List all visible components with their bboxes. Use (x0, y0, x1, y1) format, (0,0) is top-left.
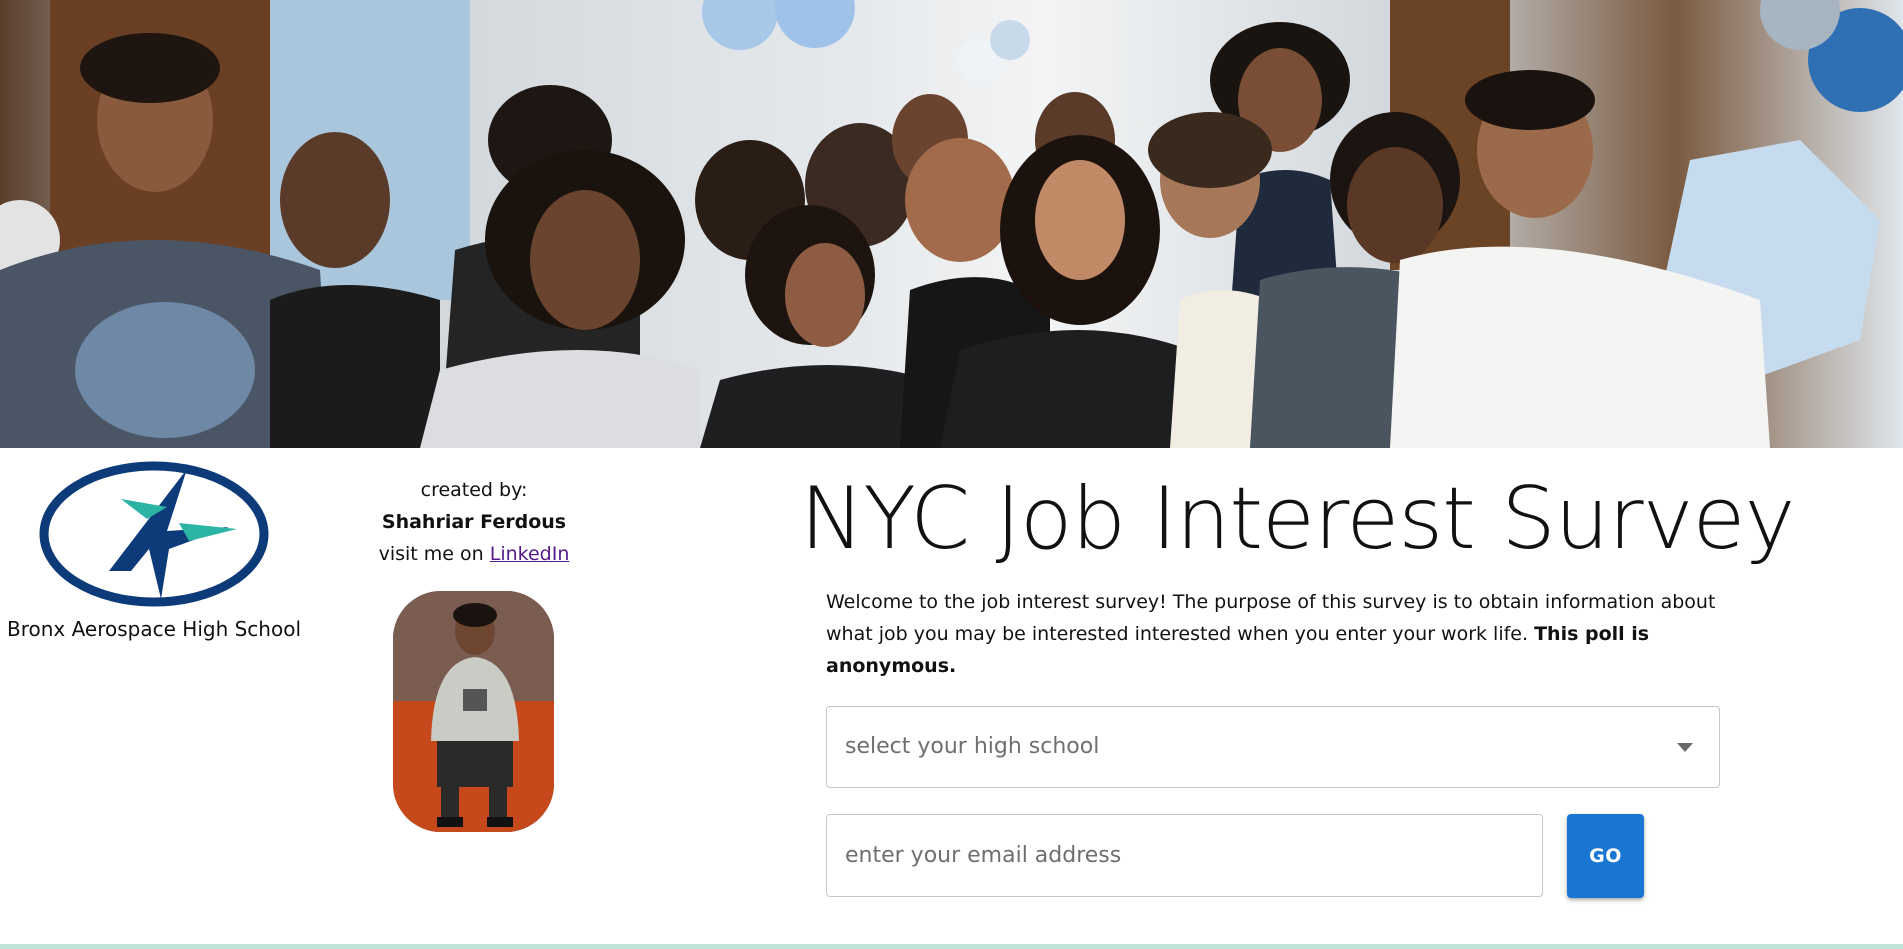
page-title: NYC Job Interest Survey (800, 469, 1795, 569)
school-name: Bronx Aerospace High School (6, 617, 301, 641)
bottom-divider (0, 944, 1903, 949)
hero-photo-illustration (0, 0, 1903, 448)
hero-group-photo (0, 0, 1903, 448)
high-school-select[interactable]: select your high school (826, 706, 1720, 788)
author-name: Shahriar Ferdous (381, 511, 567, 533)
visit-line: visit me on LinkedIn (340, 538, 608, 570)
chevron-down-icon (1677, 743, 1693, 752)
author-portrait-illustration (393, 591, 554, 832)
go-button[interactable]: GO (1567, 814, 1644, 898)
created-by-label: created by: (420, 479, 528, 501)
high-school-select-placeholder: select your high school (845, 734, 1100, 759)
school-block: Bronx Aerospace High School (0, 455, 308, 641)
intro-paragraph: Welcome to the job interest survey! The … (826, 586, 1726, 682)
linkedin-link[interactable]: LinkedIn (490, 543, 570, 565)
aerospace-star-logo-icon (39, 461, 269, 607)
visit-prefix: visit me on (378, 543, 490, 565)
creator-block: created by: Shahriar Ferdous visit me on… (340, 474, 608, 570)
email-field-wrapper (826, 814, 1543, 897)
email-field[interactable] (827, 815, 1542, 896)
author-portrait-photo (393, 591, 554, 832)
